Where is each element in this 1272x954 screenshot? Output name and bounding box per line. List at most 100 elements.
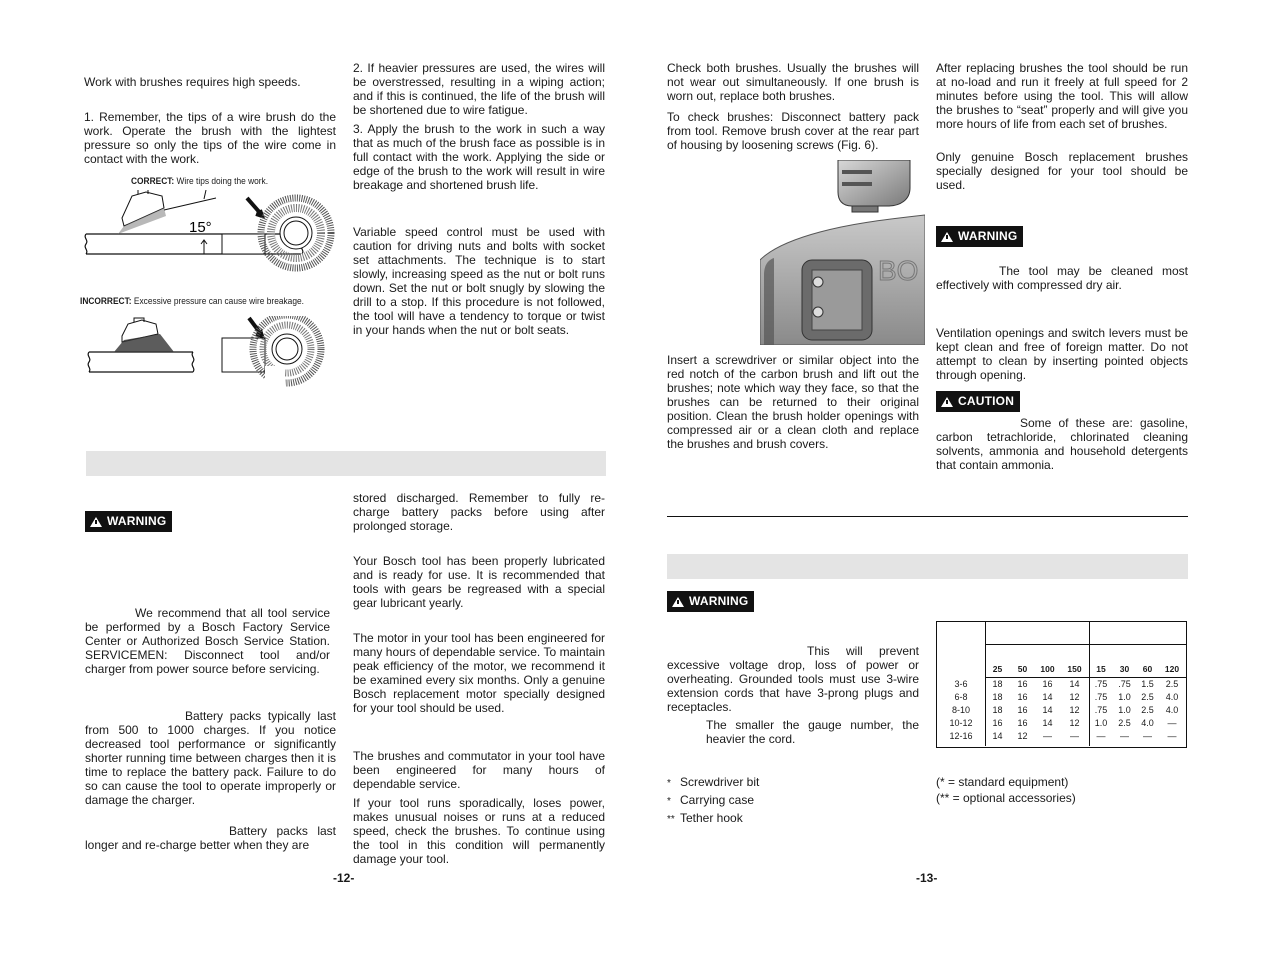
table-cell: 16 xyxy=(1042,678,1053,689)
angle-label: 15° xyxy=(189,219,212,236)
table-row: 12-16 14 12 — — — — — — xyxy=(937,729,1185,742)
table-cell: 8-10 xyxy=(951,704,970,715)
table-cell: — xyxy=(1120,730,1129,741)
table-cell: 18 xyxy=(992,678,1003,689)
paragraph-battery-store: Battery packs last longer and re-charge … xyxy=(85,824,336,852)
table-cell: 2.5 xyxy=(1118,717,1131,728)
table-cell: 6-8 xyxy=(954,691,968,702)
warning-badge-extension: WARNING xyxy=(667,591,755,612)
table-cell: 12 xyxy=(1069,691,1080,702)
paragraph-store-discharged: stored discharged. Remember to fully re-… xyxy=(353,491,605,533)
accessory-label: Screwdriver bit xyxy=(680,775,760,789)
table-cell: 2.5 xyxy=(1165,678,1179,689)
legend-standard: (* = standard equipment) xyxy=(936,775,1069,789)
header-cell: 15 xyxy=(1096,663,1106,674)
paragraph-heavier-pressure: 2. If heavier pressures are used, the wi… xyxy=(353,61,605,117)
extension-cord-table: 25 50 100 150 15 30 60 120 3-6 18 16 16 14 .7… xyxy=(936,621,1187,748)
header-cell: 60 xyxy=(1142,663,1153,674)
paragraph-battery-life: Battery packs typically last from 500 to… xyxy=(85,709,336,807)
caution-triangle-icon xyxy=(941,396,953,407)
table-cell: 4.0 xyxy=(1141,717,1154,728)
table-cell: .75 xyxy=(1094,691,1108,702)
legend-optional: (** = optional accessories) xyxy=(936,791,1076,805)
table-cell: — xyxy=(1167,730,1177,741)
paragraph-motor: The motor in your tool has been engineer… xyxy=(353,631,605,715)
table-cell: 1.0 xyxy=(1118,704,1131,715)
paragraph-voltage-drop: This will prevent excessive voltage drop… xyxy=(667,644,919,714)
warning-badge-cleaning: WARNING xyxy=(936,226,1024,247)
accessory-mark: * xyxy=(667,778,671,789)
accessory-item: * Screwdriver bit xyxy=(667,774,759,792)
table-cell: 2.5 xyxy=(1141,704,1154,715)
paragraph-check-brushes: Check both brushes. Usually the brushes … xyxy=(667,61,919,103)
caption-text: Excessive pressure can cause wire breaka… xyxy=(133,296,304,307)
section-header-bar-extension-cords xyxy=(667,554,1188,579)
table-cell: 2.5 xyxy=(1141,691,1154,702)
table-cell: 16 xyxy=(1017,704,1028,715)
table-cell: 1.0 xyxy=(1118,691,1131,702)
table-cell: 1.5 xyxy=(1141,678,1154,689)
accessories-list: * Screwdriver bit * Carrying case ** Tether h… xyxy=(667,774,759,828)
figure-correct-brush: 15° xyxy=(84,190,335,272)
accessory-mark: ** xyxy=(667,814,675,825)
table-cell: .75 xyxy=(1118,678,1131,689)
table-cell: .75 xyxy=(1094,704,1108,715)
table-cell: 10-12 xyxy=(949,717,973,728)
table-cell: — xyxy=(1043,730,1052,741)
caption-label: CORRECT: xyxy=(131,176,175,187)
header-cell xyxy=(937,660,985,677)
table-cell: 14 xyxy=(1042,691,1053,702)
table-cell: 12 xyxy=(1069,704,1080,715)
accessory-label: Tether hook xyxy=(680,811,743,825)
table-row: 3-6 18 16 16 14 .75 .75 1.5 2.5 xyxy=(937,677,1185,690)
paragraph-insert-screwdriver: Insert a screwdriver or similar object i… xyxy=(667,353,919,451)
table-cell: 16 xyxy=(992,717,1003,728)
warning-triangle-icon xyxy=(672,596,684,607)
accessory-mark: * xyxy=(667,796,671,807)
table-cell: 12-16 xyxy=(949,730,973,741)
accessories-legend: (* = standard equipment) (** = optional … xyxy=(936,774,1076,806)
table-cell: 1.0 xyxy=(1094,717,1108,728)
paragraph-lubrication: Your Bosch tool has been properly lubric… xyxy=(353,554,605,610)
figure-caption-incorrect: INCORRECT: Excessive pressure can cause … xyxy=(80,296,304,307)
table-cell: — xyxy=(1167,717,1177,728)
caption-label: INCORRECT: xyxy=(80,296,132,307)
accessory-item: * Carrying case xyxy=(667,792,759,810)
warning-label: WARNING xyxy=(107,514,167,528)
paragraph-gauge: The smaller the gauge number, the heavie… xyxy=(706,718,919,746)
warning-label: WARNING xyxy=(958,229,1018,243)
paragraph-genuine-brushes: Only genuine Bosch replacement brushes s… xyxy=(936,150,1188,192)
table-header-row: 25 50 100 150 15 30 60 120 xyxy=(937,660,1185,677)
cord-gauge-table: 25 50 100 150 15 30 60 120 3-6 18 16 16 14 .7… xyxy=(937,660,1185,742)
table-cell: 16 xyxy=(1017,678,1028,689)
header-cell: 120 xyxy=(1164,663,1180,674)
paragraph-solvents: Some of these are: gasoline, carbon tetr… xyxy=(936,416,1188,472)
bosch-logo-text: BO xyxy=(878,255,918,286)
table-row: 6-8 18 16 14 12 .75 1.0 2.5 4.0 xyxy=(937,690,1185,703)
table-cell: 16 xyxy=(1017,691,1028,702)
header-cell: 100 xyxy=(1040,663,1055,674)
table-row: 10-12 16 16 14 12 1.0 2.5 4.0 — xyxy=(937,716,1185,729)
paragraph-after-replacing: After replacing brushes the tool should … xyxy=(936,61,1188,131)
figure-incorrect-brush xyxy=(87,316,325,394)
table-cell: 14 xyxy=(1042,717,1053,728)
section-header-bar-maintenance xyxy=(86,451,606,476)
page-number-13: -13- xyxy=(916,871,938,885)
table-cell: 12 xyxy=(1069,717,1080,728)
paragraph-high-speeds: Work with brushes requires high speeds. xyxy=(84,75,301,89)
table-cell: 14 xyxy=(1069,678,1080,689)
header-cell: 30 xyxy=(1119,663,1130,674)
page-number-12: -12- xyxy=(333,871,355,885)
paragraph-brushes-commutator: The brushes and commutator in your tool … xyxy=(353,749,605,791)
table-cell: 18 xyxy=(992,704,1003,715)
warning-triangle-icon xyxy=(90,516,102,527)
table-row: 8-10 18 16 14 12 .75 1.0 2.5 4.0 xyxy=(937,703,1185,716)
paragraph-variable-speed: Variable speed control must be used with… xyxy=(353,225,605,337)
warning-label: WARNING xyxy=(689,594,749,608)
table-divider xyxy=(985,644,1186,645)
warning-triangle-icon xyxy=(941,231,953,242)
warning-badge: WARNING xyxy=(85,511,173,532)
caution-label: CAUTION xyxy=(958,394,1015,408)
divider-line xyxy=(667,516,1188,517)
paragraph-ventilation: Ventilation openings and switch levers m… xyxy=(936,326,1188,382)
